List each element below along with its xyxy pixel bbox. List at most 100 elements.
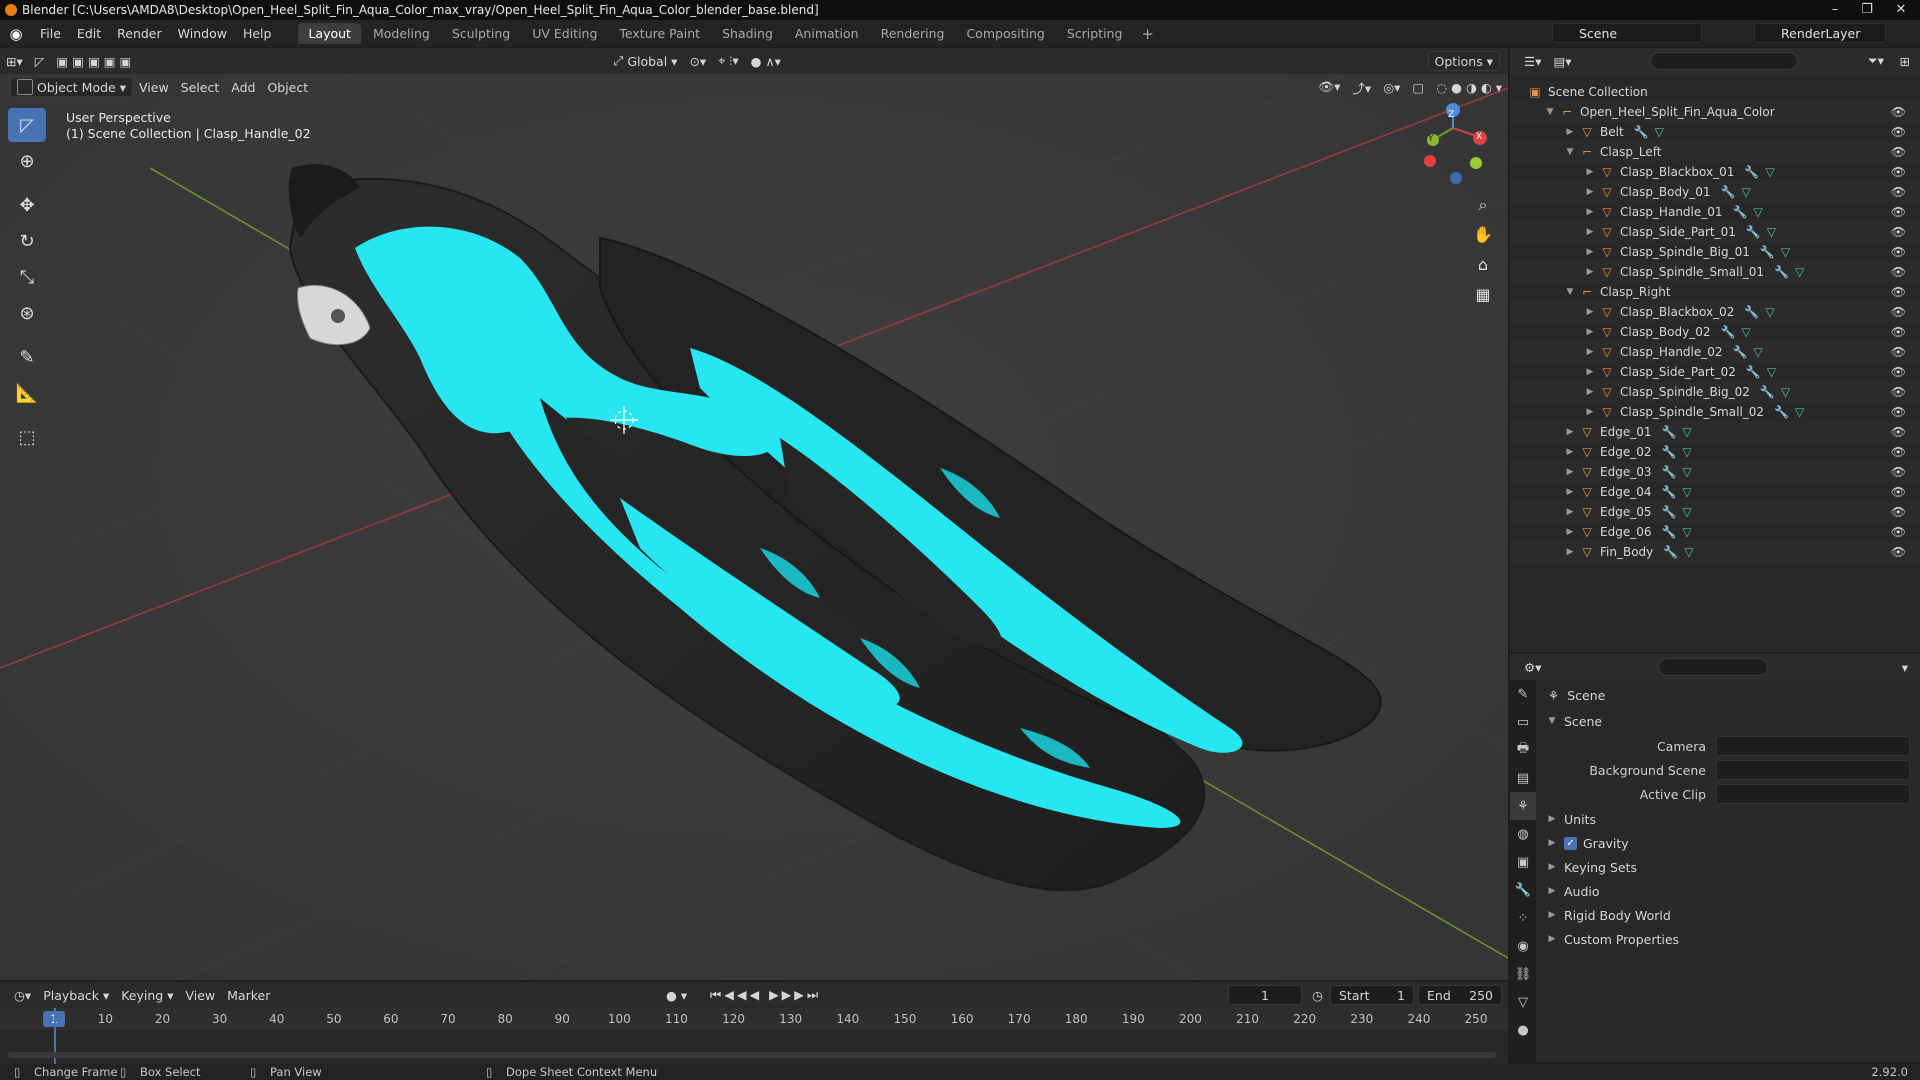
expand-arrow-icon[interactable]: ▶ (1584, 387, 1596, 397)
playback-controls-icons[interactable]: ⏮◀◀◀ ▶▶▶⏭ (704, 985, 827, 1005)
material-tab-icon[interactable]: ● (1510, 1016, 1536, 1044)
blender-menu-icon[interactable]: ◉ (0, 20, 32, 47)
modifier-icon[interactable]: 🔧 (1774, 265, 1789, 279)
outliner-item[interactable]: ▶ ▽ Edge_06 🔧 ▽ 👁 (1510, 522, 1920, 542)
visibility-eye-icon[interactable]: 👁 (1891, 145, 1906, 159)
editor-type-icon[interactable]: ⊞▾ (0, 51, 29, 71)
outliner-item[interactable]: ▶ ▽ Clasp_Spindle_Small_02 🔧 ▽ 👁 (1510, 402, 1920, 422)
expand-arrow-icon[interactable]: ▶ (1584, 227, 1596, 237)
object-mode-dropdown[interactable]: Object Mode ▾ (10, 77, 133, 97)
outliner-item[interactable]: ▶ ▽ Clasp_Spindle_Big_01 🔧 ▽ 👁 (1510, 242, 1920, 262)
move-icon[interactable]: ✥ (8, 188, 46, 222)
visibility-eye-icon[interactable]: 👁 (1891, 365, 1906, 379)
expand-arrow-icon[interactable]: ▶ (1564, 467, 1576, 477)
tab-modeling[interactable]: Modeling (363, 23, 440, 44)
constraints-tab-icon[interactable]: ⛓ (1510, 960, 1536, 988)
mesh-data-icon[interactable]: ▽ (1767, 225, 1776, 239)
timeline-editor-icon[interactable]: ◷▾ (8, 985, 37, 1005)
mesh-data-icon[interactable]: ▽ (1795, 265, 1804, 279)
tab-texture-paint[interactable]: Texture Paint (609, 23, 710, 44)
tab-sculpting[interactable]: Sculpting (442, 23, 520, 44)
visibility-eye-icon[interactable]: 👁 (1891, 405, 1906, 419)
expand-arrow-icon[interactable]: ▶ (1584, 407, 1596, 417)
render-tab-icon[interactable]: ▭ (1510, 708, 1536, 736)
physics-tab-icon[interactable]: ◉ (1510, 932, 1536, 960)
properties-options-icon[interactable]: ▾ (1896, 657, 1914, 677)
xray-icon[interactable]: ▢ (1406, 77, 1430, 97)
properties-editor-icon[interactable]: ⚙▾ (1518, 657, 1547, 677)
gizmo-toggle-icon[interactable]: ⤴▾ (1346, 77, 1377, 97)
property-value-field[interactable] (1716, 784, 1910, 804)
scene-collection-row[interactable]: ▣ Scene Collection (1510, 82, 1920, 102)
outliner-item[interactable]: ▶ ▽ Belt 🔧 ▽ 👁 (1510, 122, 1920, 142)
expand-arrow-icon[interactable]: ▶ (1564, 507, 1576, 517)
mesh-data-icon[interactable]: ▽ (1795, 405, 1804, 419)
outliner-item[interactable]: ▼ ⌐ Open_Heel_Split_Fin_Aqua_Color 👁 (1510, 102, 1920, 122)
outliner-item[interactable]: ▶ ▽ Clasp_Side_Part_02 🔧 ▽ 👁 (1510, 362, 1920, 382)
visibility-eye-icon[interactable]: 👁 (1891, 445, 1906, 459)
outliner-item[interactable]: ▶ ▽ Clasp_Spindle_Big_02 🔧 ▽ 👁 (1510, 382, 1920, 402)
output-tab-icon[interactable]: 🖶 (1510, 736, 1536, 764)
expand-arrow-icon[interactable]: ▶ (1584, 247, 1596, 257)
visibility-icon[interactable]: 👁▾ (1312, 77, 1346, 97)
property-subpanel[interactable]: ▶ ✓ Gravity (1536, 832, 1920, 854)
outliner-item[interactable]: ▶ ▽ Clasp_Body_02 🔧 ▽ 👁 (1510, 322, 1920, 342)
property-value-field[interactable] (1716, 760, 1910, 780)
modifier-icon[interactable]: 🔧 (1746, 225, 1761, 239)
visibility-eye-icon[interactable]: 👁 (1891, 225, 1906, 239)
timeline-scrollbar[interactable] (8, 1052, 1496, 1058)
expand-arrow-icon[interactable]: ▶ (1584, 367, 1596, 377)
menu-add[interactable]: Add (225, 77, 261, 97)
new-collection-icon[interactable]: ⊞ (1894, 51, 1916, 71)
menu-render[interactable]: Render (109, 20, 170, 47)
visibility-eye-icon[interactable]: 👁 (1891, 125, 1906, 139)
restore-button[interactable]: ❐ (1852, 0, 1882, 20)
tab-compositing[interactable]: Compositing (956, 23, 1054, 44)
timeline-ruler[interactable]: 1102030405060708090100110120130140150160… (0, 1008, 1508, 1030)
menu-view[interactable]: View (133, 77, 175, 97)
modifier-icon[interactable]: 🔧 (1733, 345, 1748, 359)
menu-select[interactable]: Select (175, 77, 226, 97)
zoom-icon[interactable]: ⌕ (1470, 192, 1496, 218)
mesh-data-icon[interactable]: ▽ (1741, 185, 1750, 199)
modifier-icon[interactable]: 🔧 (1661, 465, 1676, 479)
expand-arrow-icon[interactable]: ▶ (1564, 527, 1576, 537)
preview-range-icon[interactable]: ◷ (1306, 985, 1329, 1005)
menu-playback[interactable]: Playback ▾ (37, 985, 115, 1005)
expand-arrow-icon[interactable]: ▶ (1564, 487, 1576, 497)
property-subpanel[interactable]: ▶ Rigid Body World (1536, 904, 1920, 926)
shading-modes-icons[interactable]: ◌ ● ◑ ◐ ▾ (1430, 77, 1508, 97)
visibility-eye-icon[interactable]: 👁 (1891, 545, 1906, 559)
snap-icon[interactable]: ⌖ ⫶▾ (712, 51, 744, 71)
menu-timeline-view[interactable]: View (179, 985, 221, 1005)
outliner-item[interactable]: ▶ ▽ Clasp_Side_Part_01 🔧 ▽ 👁 (1510, 222, 1920, 242)
property-subpanel[interactable]: ▶ Units (1536, 808, 1920, 830)
view-layer-selector[interactable]: RenderLayer (1754, 23, 1886, 43)
gravity-checkbox[interactable]: ✓ (1564, 836, 1577, 850)
modifier-icon[interactable]: 🔧 (1744, 305, 1759, 319)
outliner-item[interactable]: ▶ ▽ Clasp_Blackbox_01 🔧 ▽ 👁 (1510, 162, 1920, 182)
expand-arrow-icon[interactable]: ▶ (1564, 427, 1576, 437)
mesh-data-icon[interactable]: ▽ (1753, 345, 1762, 359)
visibility-eye-icon[interactable]: 👁 (1891, 325, 1906, 339)
visibility-eye-icon[interactable]: 👁 (1891, 105, 1906, 119)
current-frame-field[interactable]: 1 (1228, 985, 1302, 1005)
outliner-item[interactable]: ▶ ▽ Edge_02 🔧 ▽ 👁 (1510, 442, 1920, 462)
outliner-item[interactable]: ▶ ▽ Edge_04 🔧 ▽ 👁 (1510, 482, 1920, 502)
proportional-edit-icon[interactable]: ● ∧▾ (745, 51, 787, 71)
modifier-icon[interactable]: 🔧 (1663, 545, 1678, 559)
mesh-data-icon[interactable]: ▽ (1753, 205, 1762, 219)
scale-icon[interactable]: ⤡ (8, 260, 46, 294)
outliner-editor-icon[interactable]: ☰▾ (1518, 51, 1547, 71)
property-subpanel[interactable]: ▶ Custom Properties (1536, 928, 1920, 950)
gizmo-y-label[interactable]: Y (1428, 134, 1434, 144)
expand-arrow-icon[interactable]: ▶ (1564, 547, 1576, 557)
overlay-toggle-icon[interactable]: ◎▾ (1377, 77, 1406, 97)
pan-hand-icon[interactable]: ✋ (1470, 222, 1496, 248)
object-tab-icon[interactable]: ▣ (1510, 848, 1536, 876)
mesh-data-icon[interactable]: ▽ (1781, 245, 1790, 259)
visibility-eye-icon[interactable]: 👁 (1891, 305, 1906, 319)
measure-icon[interactable]: 📐 (8, 376, 46, 410)
modifier-icon[interactable]: 🔧 (1721, 185, 1736, 199)
visibility-eye-icon[interactable]: 👁 (1891, 165, 1906, 179)
